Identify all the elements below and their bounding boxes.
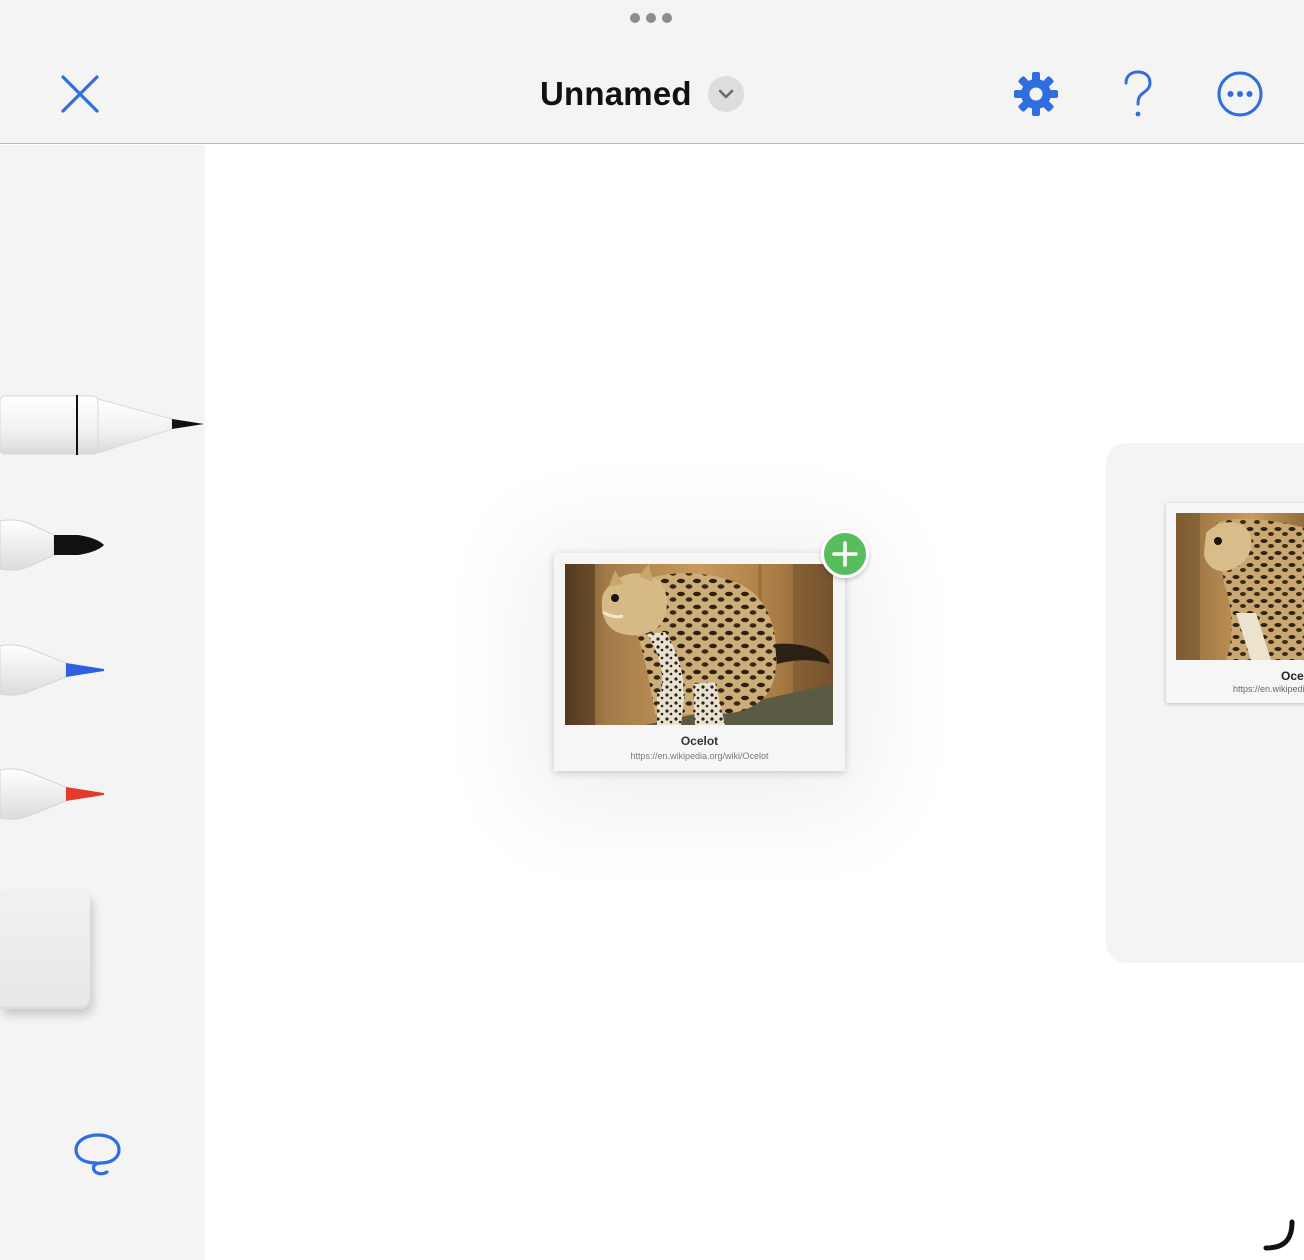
- grabber-dot: [630, 13, 640, 23]
- header-bar: Unnamed: [0, 0, 1304, 144]
- chevron-down-icon: [718, 89, 734, 99]
- lasso-icon: [74, 1133, 121, 1176]
- tool-palette: [0, 145, 205, 1260]
- dragged-link-card[interactable]: Ocelot https://en.wikipedia.org/wiki/Oce…: [554, 553, 845, 771]
- pencil-tool[interactable]: [0, 395, 210, 457]
- plus-circle-icon: [832, 541, 858, 567]
- link-card-title: Ocelot: [680, 734, 719, 748]
- ocelot-photo: [565, 564, 833, 725]
- resize-handle[interactable]: [1262, 1218, 1298, 1254]
- grabber-dot: [662, 13, 672, 23]
- ellipsis-circle-icon: [1217, 71, 1263, 117]
- more-button[interactable]: [1216, 70, 1264, 118]
- resize-corner-icon: [1263, 1219, 1295, 1251]
- add-card-badge: [821, 530, 869, 578]
- marker-black-icon: [0, 519, 104, 571]
- ocelot-photo: [1176, 513, 1304, 660]
- window-grabber[interactable]: [630, 13, 672, 23]
- link-card-url: https://en.wikipedia.org/wiki/Ocelot: [630, 751, 769, 761]
- marker-red-tool[interactable]: [0, 766, 110, 822]
- title-menu-button[interactable]: [707, 76, 744, 112]
- help-button[interactable]: [1116, 68, 1160, 120]
- marker-blue-icon: [0, 644, 104, 696]
- marker-blue-tool[interactable]: [0, 642, 110, 698]
- document-title[interactable]: Unnamed: [540, 75, 692, 113]
- settings-button[interactable]: [1012, 70, 1060, 118]
- lasso-tool[interactable]: [72, 1130, 124, 1180]
- document-title-control[interactable]: Unnamed: [540, 70, 744, 118]
- marker-black-tool[interactable]: [0, 517, 110, 573]
- link-card[interactable]: Oce https://en.wikipedia: [1166, 503, 1304, 703]
- pencil-icon: [0, 395, 204, 455]
- question-mark-icon: [1124, 70, 1152, 117]
- link-card-url: https://en.wikipedia: [1233, 684, 1304, 694]
- close-icon: [61, 75, 99, 113]
- marker-red-icon: [0, 768, 104, 820]
- app-window: Unnamed Oce https://en.wikipedia Ocelot …: [0, 0, 1304, 1260]
- eraser-tool[interactable]: [0, 891, 90, 1009]
- grabber-dot: [646, 13, 656, 23]
- gear-icon: [1014, 72, 1058, 116]
- link-card-title: Oce: [1281, 669, 1304, 683]
- close-button[interactable]: [58, 72, 102, 116]
